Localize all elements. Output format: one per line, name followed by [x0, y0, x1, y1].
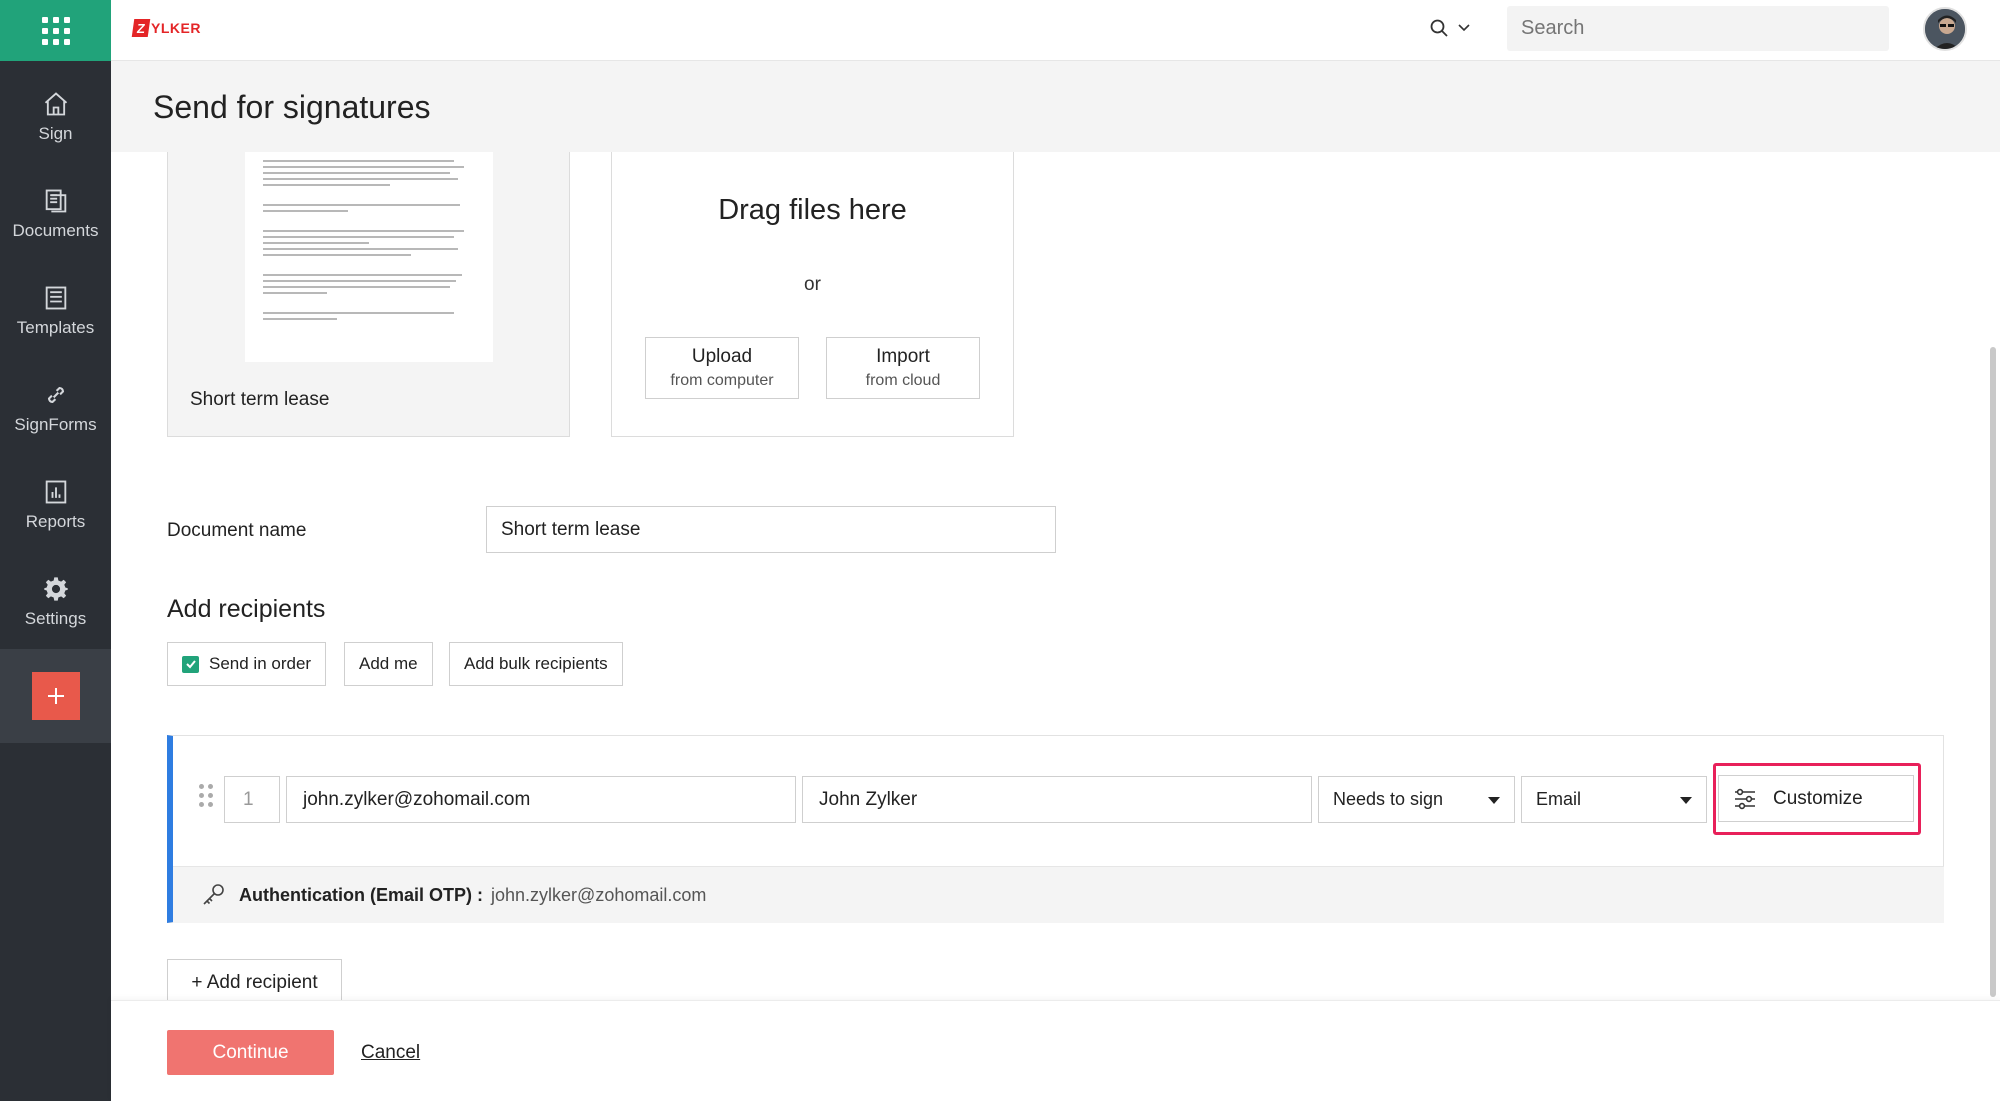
caret-down-icon: [1680, 797, 1692, 804]
key-icon: [203, 884, 224, 905]
home-icon: [44, 91, 67, 115]
document-card[interactable]: Short term lease: [167, 152, 570, 437]
drag-handle-icon[interactable]: [199, 784, 213, 807]
sidebar: Sign Documents Templates SignForms Repor…: [0, 0, 111, 1101]
auth-label: Authentication (Email OTP) :: [239, 884, 484, 905]
recipient-order-field[interactable]: 1: [224, 776, 280, 823]
search-scope-button[interactable]: [1429, 18, 1471, 38]
customize-button[interactable]: Customize: [1718, 775, 1914, 822]
documents-icon: [45, 189, 66, 212]
sidebar-item-label: Settings: [24, 608, 87, 628]
sliders-icon: [1735, 788, 1755, 809]
gear-icon: [43, 576, 68, 601]
sidebar-item-settings[interactable]: Settings: [0, 553, 111, 650]
recipient-action-select[interactable]: Needs to sign: [1318, 776, 1515, 823]
auth-value: john.zylker@zohomail.com: [491, 884, 707, 905]
add-recipient-button[interactable]: + Add recipient: [167, 959, 342, 1000]
send-in-order-checkbox[interactable]: Send in order: [167, 642, 327, 686]
recipient-row: 1 john.zylker@zohomail.com John Zylker N…: [167, 735, 1944, 923]
top-bar: Z YLKER: [111, 0, 2000, 61]
sidebar-item-label: Sign: [38, 123, 73, 143]
zylker-logo[interactable]: Z YLKER: [131, 19, 201, 37]
recipient-email-field[interactable]: john.zylker@zohomail.com: [286, 776, 796, 823]
upload-from-computer-button[interactable]: Upload from computer: [645, 337, 799, 399]
main-content: Short term lease Drag files here or Uplo…: [111, 152, 2000, 1000]
search-icon: [1430, 19, 1448, 37]
file-drop-zone[interactable]: Drag files here or Upload from computer …: [611, 152, 1014, 437]
cancel-link[interactable]: Cancel: [361, 1042, 420, 1064]
authentication-bar: Authentication (Email OTP) : john.zylker…: [173, 866, 1944, 923]
add-bulk-recipients-button[interactable]: Add bulk recipients: [449, 642, 623, 686]
plus-icon: [47, 688, 64, 704]
scrollbar[interactable]: [1990, 347, 1996, 997]
sidebar-item-signforms[interactable]: SignForms: [0, 359, 111, 456]
drop-or-text: or: [804, 274, 821, 295]
drop-title: Drag files here: [718, 194, 907, 226]
page-header: Send for signatures: [111, 61, 2000, 152]
recipient-delivery-select[interactable]: Email: [1521, 776, 1707, 823]
document-card-name: Short term lease: [190, 389, 330, 410]
sidebar-item-templates[interactable]: Templates: [0, 262, 111, 359]
footer-actions: Continue Cancel: [111, 1000, 2000, 1101]
sidebar-item-label: Templates: [16, 317, 95, 337]
document-name-input[interactable]: Short term lease: [486, 506, 1056, 553]
sidebar-item-reports[interactable]: Reports: [0, 456, 111, 553]
continue-button[interactable]: Continue: [167, 1030, 334, 1075]
chevron-down-icon: [1458, 24, 1470, 32]
apps-menu-button[interactable]: [0, 0, 111, 61]
templates-icon: [45, 286, 66, 309]
new-document-button[interactable]: [31, 672, 80, 720]
grid-icon: [41, 16, 70, 45]
recipient-name-field[interactable]: John Zylker: [802, 776, 1312, 823]
import-from-cloud-button[interactable]: Import from cloud: [826, 337, 980, 399]
page-title: Send for signatures: [153, 89, 431, 125]
sidebar-item-label: Reports: [25, 511, 86, 531]
sidebar-item-sign[interactable]: Sign: [0, 68, 111, 165]
add-me-button[interactable]: Add me: [344, 642, 433, 686]
new-action-area: [0, 649, 111, 743]
document-name-label: Document name: [167, 520, 307, 541]
caret-down-icon: [1488, 797, 1500, 804]
sidebar-item-label: Documents: [12, 220, 99, 240]
search-input[interactable]: [1507, 6, 1889, 51]
reports-icon: [45, 480, 66, 503]
sidebar-item-label: SignForms: [14, 414, 97, 434]
document-thumbnail: [245, 152, 493, 362]
checkbox-checked-icon: [182, 655, 199, 673]
user-photo-icon: [1925, 9, 1965, 49]
sidebar-item-documents[interactable]: Documents: [0, 165, 111, 262]
avatar[interactable]: [1923, 7, 1967, 51]
add-recipients-heading: Add recipients: [167, 595, 326, 623]
link-icon: [47, 386, 64, 403]
